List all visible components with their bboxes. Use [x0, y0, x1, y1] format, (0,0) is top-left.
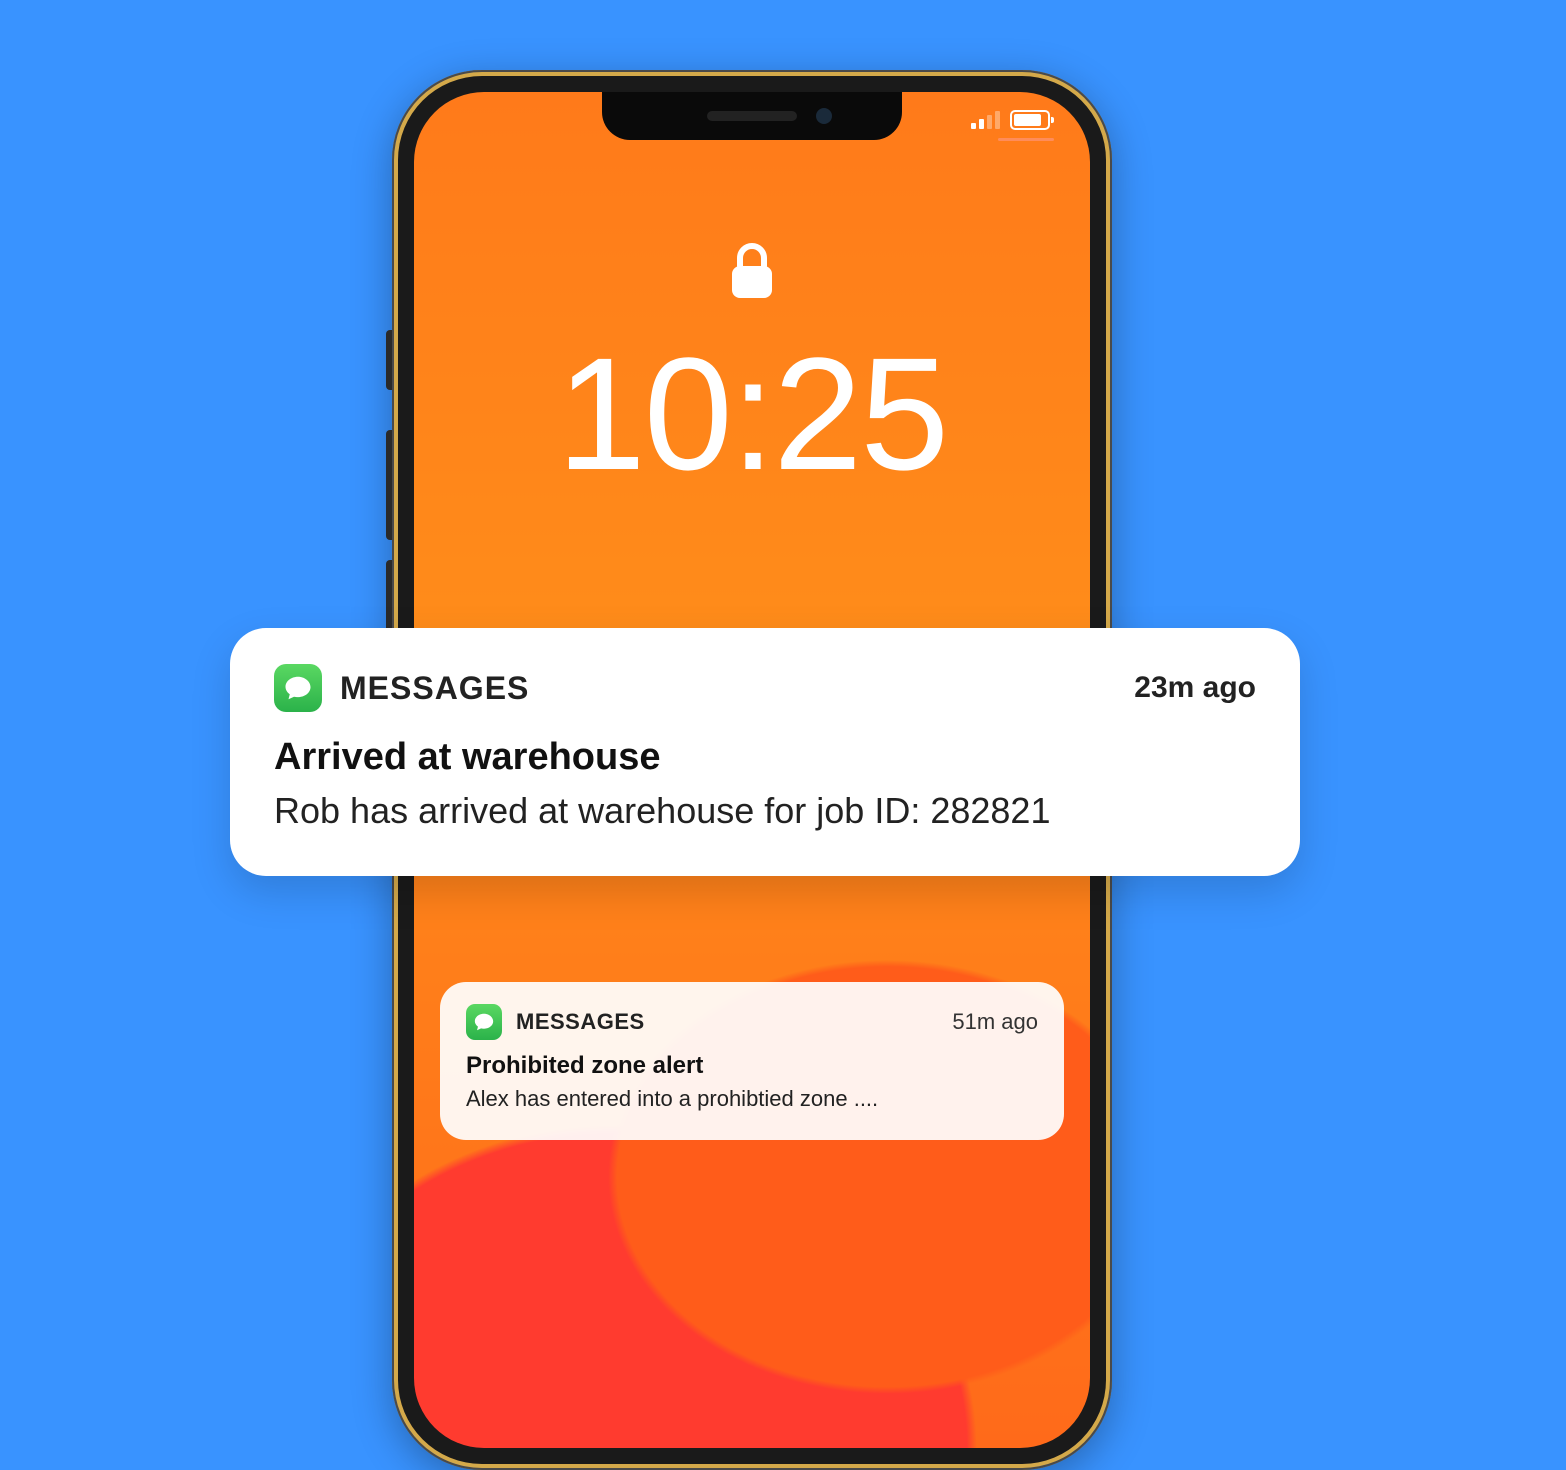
- messages-app-icon: [274, 664, 322, 712]
- notification-body: Rob has arrived at warehouse for job ID:…: [274, 787, 1256, 836]
- messages-app-icon: [466, 1004, 502, 1040]
- notification-card[interactable]: MESSAGES 51m ago Prohibited zone alert A…: [440, 982, 1064, 1140]
- notch: [602, 92, 902, 140]
- notification-app-label: MESSAGES: [340, 670, 529, 707]
- notification-header: MESSAGES 51m ago: [466, 1004, 1038, 1040]
- cellular-signal-icon: [971, 111, 1000, 129]
- notification-title: Prohibited zone alert: [466, 1052, 1038, 1080]
- notification-app-label: MESSAGES: [516, 1009, 645, 1035]
- battery-icon: [1010, 110, 1050, 130]
- lock-icon: [729, 242, 775, 305]
- notification-time: 51m ago: [952, 1009, 1038, 1035]
- lockscreen-time: 10:25: [414, 322, 1090, 506]
- notification-title: Arrived at warehouse: [274, 736, 1256, 779]
- notification-time: 23m ago: [1134, 671, 1256, 705]
- notification-card[interactable]: MESSAGES 23m ago Arrived at warehouse Ro…: [230, 628, 1300, 876]
- front-camera: [816, 108, 832, 124]
- speaker-grill: [707, 111, 797, 121]
- status-underline: [998, 138, 1054, 141]
- notification-body: Alex has entered into a prohibtied zone …: [466, 1084, 1038, 1114]
- notification-header: MESSAGES 23m ago: [274, 664, 1256, 712]
- status-bar: [971, 110, 1050, 130]
